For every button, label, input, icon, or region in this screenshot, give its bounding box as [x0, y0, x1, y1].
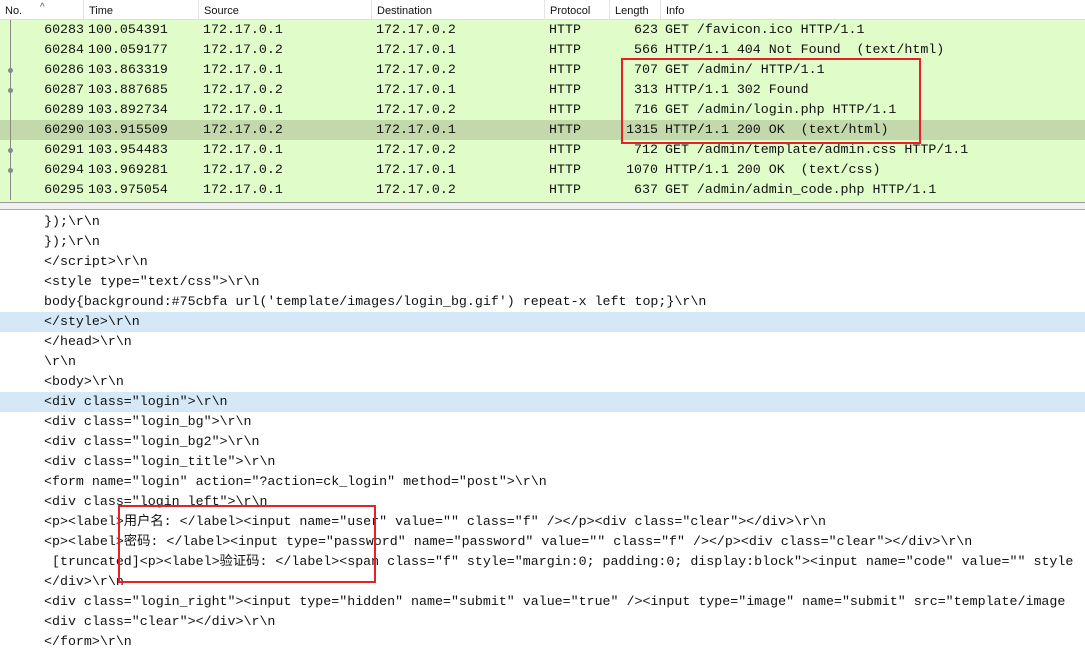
packet-proto: HTTP [549, 62, 581, 77]
packet-len: 1070 [626, 162, 658, 177]
packet-src: 172.17.0.2 [203, 162, 283, 177]
code-line[interactable]: <div class="login_bg">\r\n [0, 412, 1085, 432]
packet-proto: HTTP [549, 42, 581, 57]
packet-dst: 172.17.0.2 [376, 22, 456, 37]
packet-time: 103.975054 [88, 182, 168, 197]
packet-no: 60287 [44, 82, 84, 97]
packet-proto: HTTP [549, 182, 581, 197]
code-line[interactable]: <form name="login" action="?action=ck_lo… [0, 472, 1085, 492]
packet-row[interactable]: 60287 103.887685 172.17.0.2 172.17.0.1 HTTP 3… [0, 80, 1085, 100]
packet-src: 172.17.0.1 [203, 142, 283, 157]
related-packet-icon [8, 168, 13, 173]
packet-time: 103.887685 [88, 82, 168, 97]
packet-src: 172.17.0.1 [203, 62, 283, 77]
column-header-time[interactable]: Time [84, 0, 199, 20]
packet-no: 60291 [44, 142, 84, 157]
packet-info: HTTP/1.1 200 OK (text/css) [665, 162, 881, 177]
code-line[interactable]: </form>\r\n [0, 632, 1085, 652]
code-line[interactable]: <div class="clear"></div>\r\n [0, 612, 1085, 632]
packet-dst: 172.17.0.2 [376, 182, 456, 197]
packet-time: 100.054391 [88, 22, 168, 37]
conversation-tree-line [10, 20, 11, 200]
packet-no: 60284 [44, 42, 84, 57]
packet-src: 172.17.0.2 [203, 82, 283, 97]
column-header-protocol[interactable]: Protocol [545, 0, 610, 20]
packet-row[interactable]: 60290 103.915509 172.17.0.2 172.17.0.1 HTTP 1… [0, 120, 1085, 140]
packet-len: 637 [634, 182, 658, 197]
packet-proto: HTTP [549, 22, 581, 37]
code-line[interactable]: });\r\n [0, 232, 1085, 252]
packet-time: 100.059177 [88, 42, 168, 57]
packet-no: 60294 [44, 162, 84, 177]
packet-proto: HTTP [549, 162, 581, 177]
packet-time: 103.954483 [88, 142, 168, 157]
code-line[interactable]: \r\n [0, 352, 1085, 372]
related-packet-icon [8, 88, 13, 93]
packet-info: GET /admin/admin_code.php HTTP/1.1 [665, 182, 937, 197]
packet-row[interactable]: 60291 103.954483 172.17.0.1 172.17.0.2 HTTP 7… [0, 140, 1085, 160]
packet-row[interactable]: 60289 103.892734 172.17.0.1 172.17.0.2 HTTP 7… [0, 100, 1085, 120]
packet-src: 172.17.0.2 [203, 42, 283, 57]
packet-time: 103.892734 [88, 102, 168, 117]
packet-row[interactable]: 60295 103.975054 172.17.0.1 172.17.0.2 HTTP 6… [0, 180, 1085, 200]
sort-ascending-icon: ^ [40, 2, 45, 13]
annotation-box-login-fields [118, 505, 376, 583]
column-header-length[interactable]: Length [610, 0, 661, 20]
code-line[interactable]: <style type="text/css">\r\n [0, 272, 1085, 292]
column-header-destination[interactable]: Destination [372, 0, 545, 20]
packet-info: GET /favicon.ico HTTP/1.1 [665, 22, 865, 37]
packet-dst: 172.17.0.1 [376, 82, 456, 97]
pane-splitter[interactable] [0, 203, 1085, 210]
code-line[interactable]: <div class="login">\r\n [0, 392, 1085, 412]
code-line[interactable]: <div class="login_bg2">\r\n [0, 432, 1085, 452]
packet-list: No. ^ Time Source Destination Protocol Le… [0, 0, 1085, 203]
packet-src: 172.17.0.1 [203, 102, 283, 117]
packet-dst: 172.17.0.1 [376, 42, 456, 57]
code-line[interactable]: </head>\r\n [0, 332, 1085, 352]
packet-no: 60283 [44, 22, 84, 37]
packet-len: 566 [634, 42, 658, 57]
code-line[interactable]: body{background:#75cbfa url('template/im… [0, 292, 1085, 312]
column-header-no[interactable]: No. ^ [0, 0, 84, 20]
code-line[interactable]: });\r\n [0, 212, 1085, 232]
packet-proto: HTTP [549, 102, 581, 117]
column-header-info[interactable]: Info [661, 0, 1085, 20]
code-line[interactable]: </style>\r\n [0, 312, 1085, 332]
packet-proto: HTTP [549, 142, 581, 157]
column-header-source[interactable]: Source [199, 0, 372, 20]
packet-row[interactable]: 60294 103.969281 172.17.0.2 172.17.0.1 HTTP 1… [0, 160, 1085, 180]
packet-list-header: No. ^ Time Source Destination Protocol Le… [0, 0, 1085, 20]
packet-time: 103.915509 [88, 122, 168, 137]
packet-row[interactable]: 60284 100.059177 172.17.0.2 172.17.0.1 HTTP 5… [0, 40, 1085, 60]
packet-dst: 172.17.0.2 [376, 102, 456, 117]
packet-proto: HTTP [549, 122, 581, 137]
related-packet-icon [8, 68, 13, 73]
code-line[interactable]: </script>\r\n [0, 252, 1085, 272]
reassembled-body-pane: });\r\n});\r\n </script>\r\n <style type="… [0, 211, 1085, 654]
column-label: No. [5, 5, 23, 17]
code-line[interactable]: <div class="login_title">\r\n [0, 452, 1085, 472]
code-line[interactable]: <body>\r\n [0, 372, 1085, 392]
packet-dst: 172.17.0.2 [376, 142, 456, 157]
packet-no: 60295 [44, 182, 84, 197]
packet-len: 623 [634, 22, 658, 37]
packet-time: 103.863319 [88, 62, 168, 77]
packet-proto: HTTP [549, 82, 581, 97]
packet-no: 60286 [44, 62, 84, 77]
packet-row[interactable]: 60283 100.054391 172.17.0.1 172.17.0.2 HTTP 6… [0, 20, 1085, 40]
packet-dst: 172.17.0.2 [376, 62, 456, 77]
related-packet-icon [8, 148, 13, 153]
packet-no: 60290 [44, 122, 84, 137]
packet-row[interactable]: 60286 103.863319 172.17.0.1 172.17.0.2 HTTP 7… [0, 60, 1085, 80]
annotation-box-packets [621, 58, 921, 144]
packet-time: 103.969281 [88, 162, 168, 177]
code-line[interactable]: <div class="login_right"><input type="hi… [0, 592, 1085, 612]
packet-no: 60289 [44, 102, 84, 117]
packet-dst: 172.17.0.1 [376, 162, 456, 177]
packet-src: 172.17.0.1 [203, 22, 283, 37]
packet-src: 172.17.0.1 [203, 182, 283, 197]
packet-src: 172.17.0.2 [203, 122, 283, 137]
packet-info: HTTP/1.1 404 Not Found (text/html) [665, 42, 945, 57]
packet-dst: 172.17.0.1 [376, 122, 456, 137]
